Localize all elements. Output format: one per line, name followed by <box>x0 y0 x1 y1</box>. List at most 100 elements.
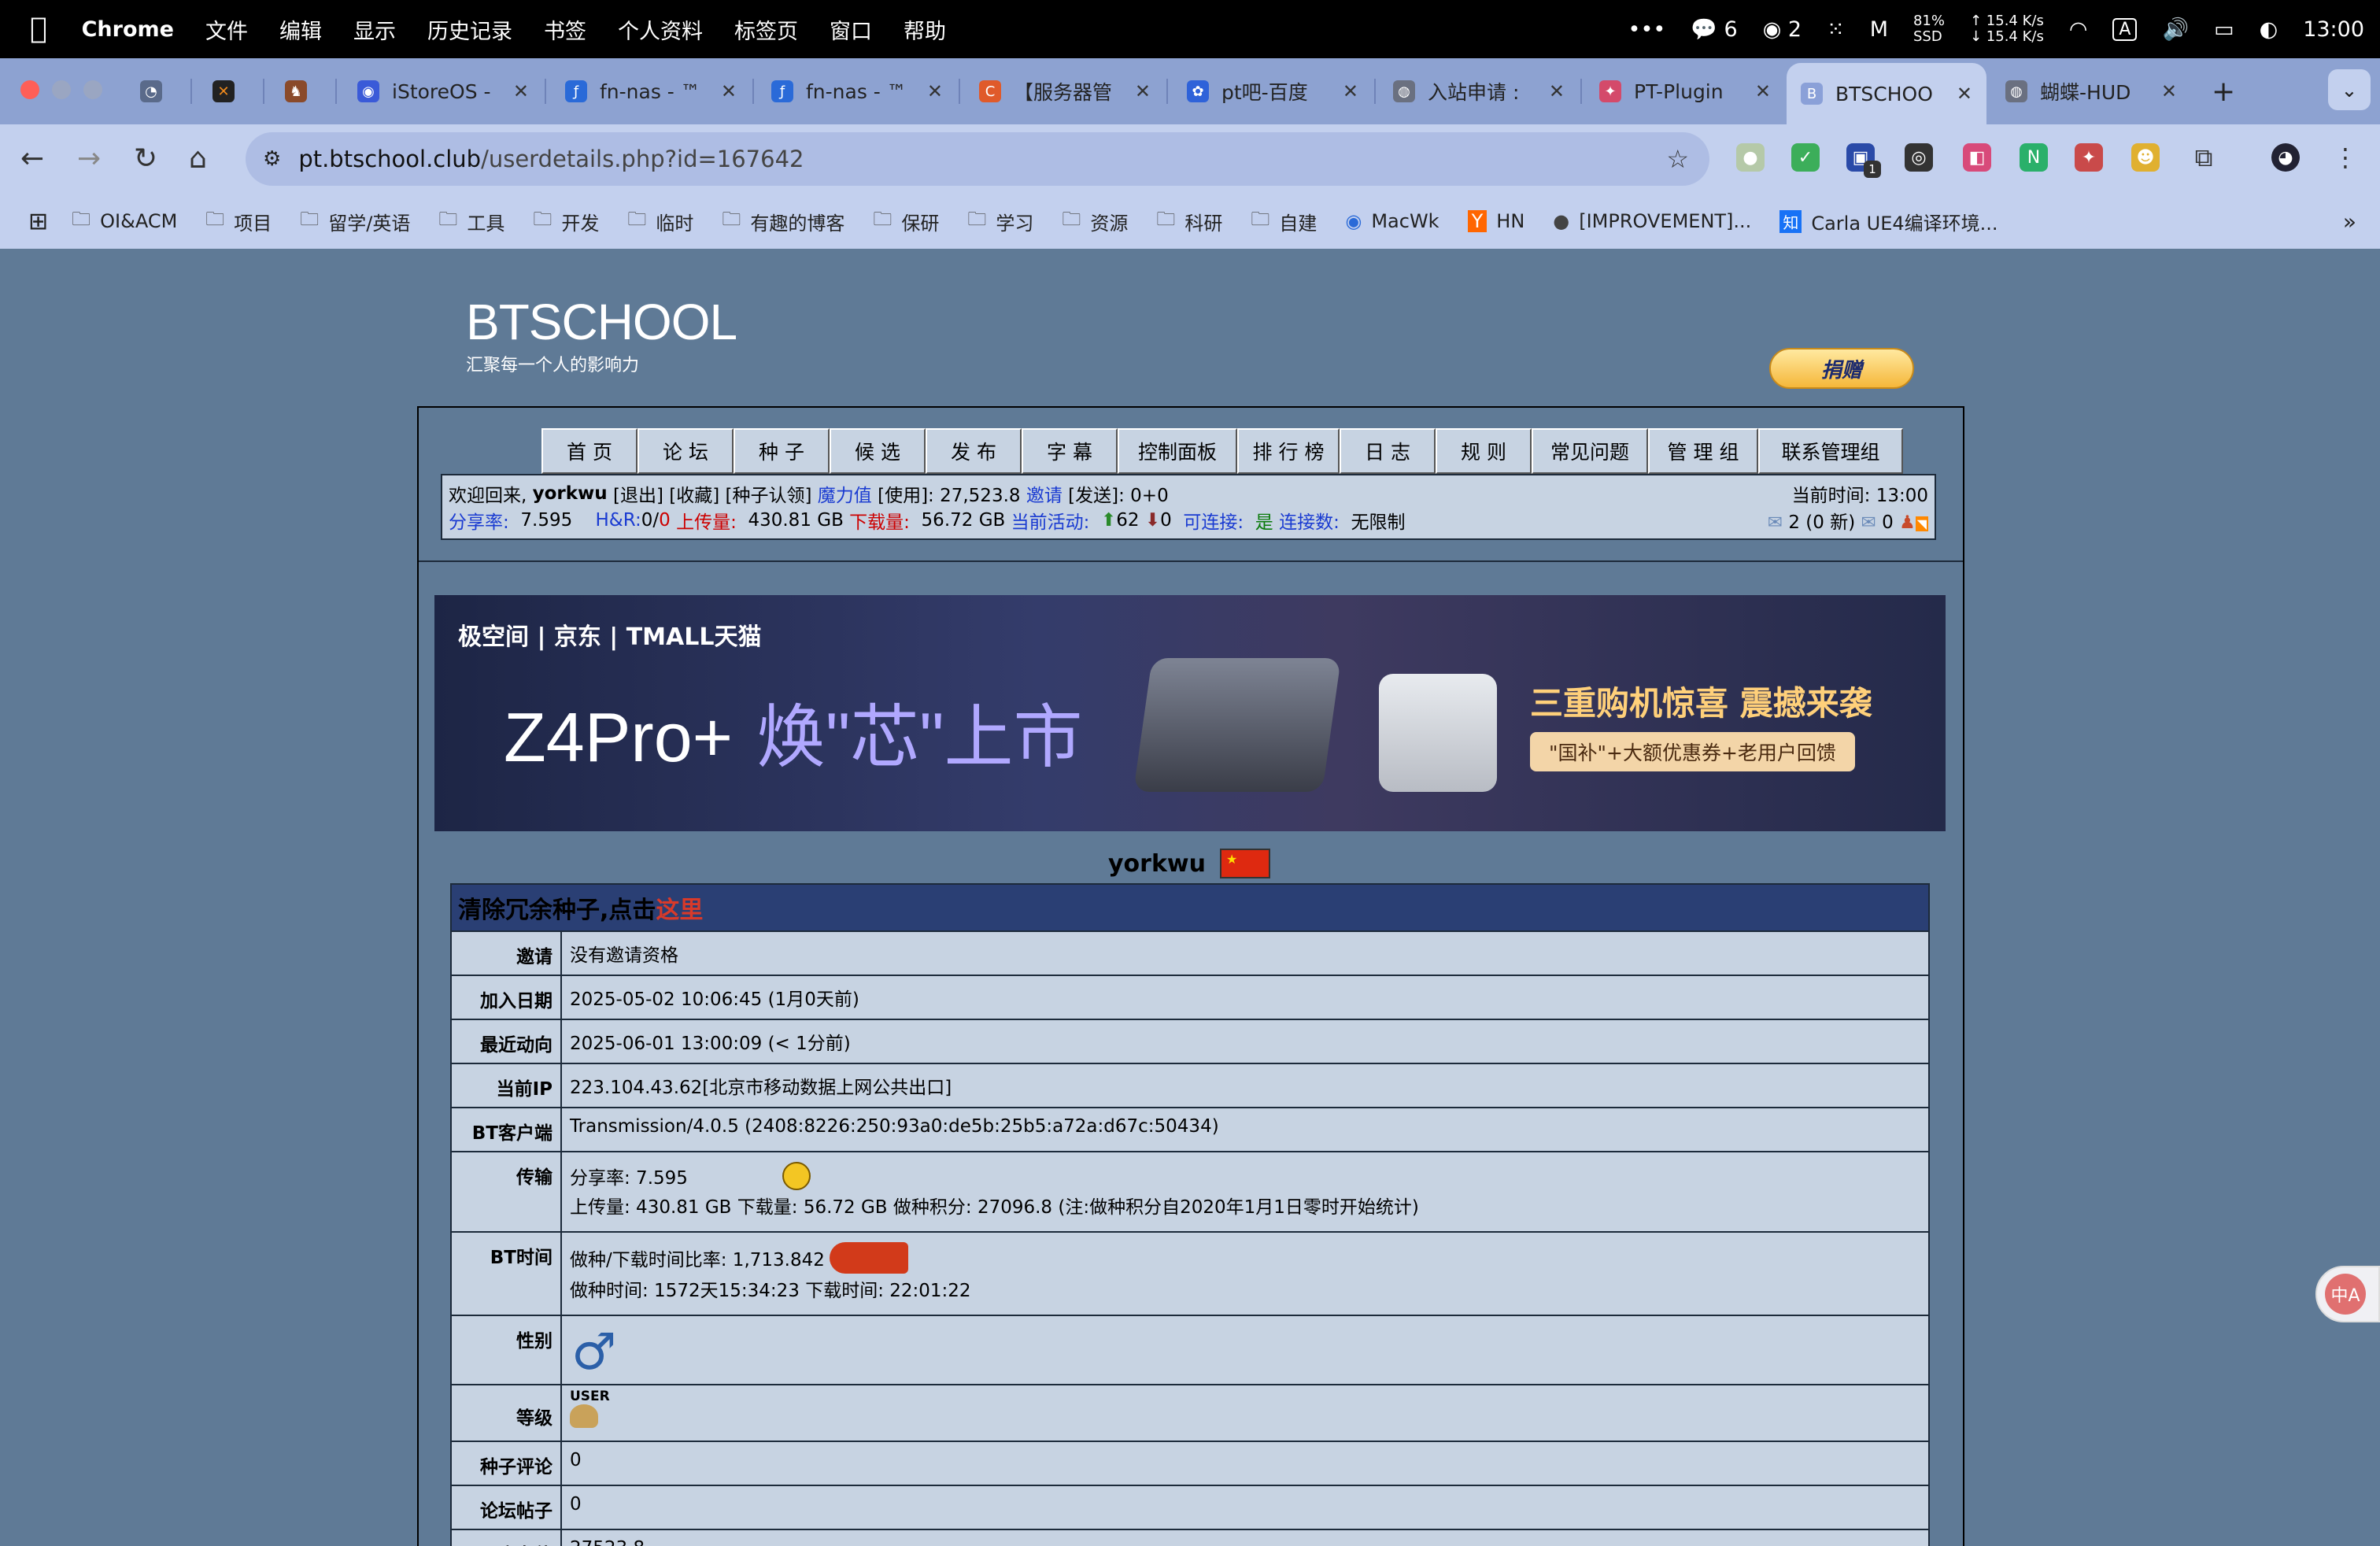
nav-log[interactable]: 日 志 <box>1340 428 1436 474</box>
n-extension-icon[interactable]: N <box>2020 143 2048 172</box>
menu-file[interactable]: 文件 <box>205 14 248 45</box>
bookmark-zhihu[interactable]: 知 Carla UE4编译环境... <box>1779 208 1998 235</box>
window-zoom-button[interactable] <box>83 80 102 99</box>
shield-check-icon[interactable]: ✓ <box>1791 143 1820 172</box>
nav-subtitles[interactable]: 字 幕 <box>1022 428 1118 474</box>
friends-count[interactable]: 0 <box>1882 512 1894 533</box>
menu-help[interactable]: 帮助 <box>904 14 946 45</box>
menu-tab[interactable]: 标签页 <box>734 14 798 45</box>
menu-edit[interactable]: 编辑 <box>279 14 322 45</box>
bookmark-folder-study-abroad[interactable]: 🗀 留学/英语 <box>300 205 410 238</box>
inbox-icon[interactable]: ✉ <box>1768 512 1783 533</box>
bookmark-folder-study[interactable]: 🗀 学习 <box>967 205 1033 238</box>
nav-forum[interactable]: 论 坛 <box>638 428 734 474</box>
tab-close-icon[interactable]: ✕ <box>721 80 737 102</box>
home-icon[interactable]: ⌂ <box>189 140 207 178</box>
extension-icon[interactable]: ● <box>1736 143 1765 172</box>
translate-float-button[interactable]: 中A <box>2315 1266 2380 1322</box>
donate-button[interactable]: 捐赠 <box>1769 348 1914 389</box>
address-bar[interactable]: ⚙ pt.btschool.club/userdetails.php?id=16… <box>246 132 1709 186</box>
message-count[interactable]: 2 (0 新) <box>1788 512 1855 533</box>
bookmark-folder-selfhost[interactable]: 🗀 自建 <box>1251 205 1317 238</box>
nav-faq[interactable]: 常见问题 <box>1532 428 1648 474</box>
bookmark-folder-research[interactable]: 🗀 科研 <box>1156 205 1222 238</box>
more-icon[interactable]: ••• <box>1628 17 1666 42</box>
nav-upload[interactable]: 发 布 <box>926 428 1022 474</box>
nav-top10[interactable]: 排 行 榜 <box>1237 428 1340 474</box>
browser-tab[interactable]: ◍ 入站申请 : ✕ <box>1379 68 1579 115</box>
bookmark-hn[interactable]: Y HN <box>1467 210 1524 232</box>
browser-tab[interactable]: ♞ <box>271 68 334 115</box>
control-center-icon[interactable]: ◐ <box>2260 17 2278 42</box>
browser-tab[interactable]: ◔ <box>126 68 189 115</box>
bookmark-folder-resources[interactable]: 🗀 资源 <box>1062 205 1128 238</box>
memory-status[interactable]: 81% SSD <box>1913 13 1945 45</box>
nav-torrents[interactable]: 种 子 <box>734 428 830 474</box>
menu-profiles[interactable]: 个人资料 <box>618 14 703 45</box>
tab-close-icon[interactable]: ✕ <box>1957 83 1972 105</box>
wifi-icon[interactable]: ◠ <box>2069 17 2088 42</box>
invite-link[interactable]: 邀请 <box>1026 480 1062 507</box>
bookmark-folder-oi-acm[interactable]: 🗀 OI&ACM <box>72 205 177 238</box>
apple-icon[interactable]:  <box>30 15 47 43</box>
network-speed[interactable]: ↑ 15.4 K/s ↓ 15.4 K/s <box>1970 13 2044 45</box>
site-info-icon[interactable]: ⚙ <box>263 147 281 171</box>
browser-tab[interactable]: ✦ PT-Plugin ✕ <box>1585 68 1785 115</box>
bookmark-macwk[interactable]: ◉ MacWk <box>1345 210 1439 232</box>
nav-control-panel[interactable]: 控制面板 <box>1118 428 1237 474</box>
user-links[interactable]: [退出] [收藏] [种子认领] <box>613 480 811 507</box>
cat-extension-icon[interactable]: ☻ <box>2131 143 2160 172</box>
tab-close-icon[interactable]: ✕ <box>513 80 529 102</box>
menu-window[interactable]: 窗口 <box>830 14 872 45</box>
tab-search-button[interactable]: ⌄ <box>2328 69 2371 110</box>
friends-icon[interactable]: ♟ <box>1899 512 1916 533</box>
bookmark-folder-baoyan[interactable]: 🗀 保研 <box>873 205 939 238</box>
menubar-clock[interactable]: 13:00 <box>2303 17 2364 42</box>
bookmark-folder-dev[interactable]: 🗀 开发 <box>533 205 599 238</box>
new-tab-button[interactable]: + <box>2197 68 2245 115</box>
welcome-username[interactable]: yorkwu <box>533 483 608 504</box>
tab-close-icon[interactable]: ✕ <box>2161 80 2177 102</box>
reload-icon[interactable]: ↻ <box>134 140 157 178</box>
browser-tab[interactable]: C 【服务器管 ✕ <box>965 68 1165 115</box>
menu-bookmarks[interactable]: 书签 <box>544 14 586 45</box>
bonus-link[interactable]: 魔力值 <box>818 480 872 507</box>
back-arrow-icon[interactable]: ← <box>20 140 44 178</box>
menu-history[interactable]: 历史记录 <box>427 14 512 45</box>
rss-icon[interactable]: ◥ <box>1915 516 1928 531</box>
bookmark-folder-blogs[interactable]: 🗀 有趣的博客 <box>722 205 844 238</box>
window-close-button[interactable] <box>20 80 39 99</box>
browser-tab[interactable]: ✿ pt吧-百度 ✕ <box>1173 68 1373 115</box>
puzzle-extensions-icon[interactable]: ⧉ <box>2190 142 2218 172</box>
tab-close-icon[interactable]: ✕ <box>927 80 943 102</box>
nav-offers[interactable]: 候 选 <box>830 428 926 474</box>
nav-contact-staff[interactable]: 联系管理组 <box>1758 428 1903 474</box>
ptplugin-extension-icon[interactable]: ✦ <box>2075 143 2103 172</box>
grid-dots-icon[interactable]: ⁙ <box>1827 17 1845 42</box>
bookmark-github[interactable]: ● [IMPROVEMENT]... <box>1553 210 1751 232</box>
site-logo[interactable]: BTSCHOOL <box>466 293 737 351</box>
bookmarks-overflow-icon[interactable]: » <box>2343 209 2356 235</box>
glasses-icon[interactable]: ◎ <box>1905 143 1933 172</box>
nav-home[interactable]: 首 页 <box>541 428 638 474</box>
kebab-menu-icon[interactable]: ⋮ <box>2331 142 2360 172</box>
apps-grid-icon[interactable]: ⊞ <box>28 208 48 235</box>
volume-icon[interactable]: 🔊 <box>2162 17 2189 42</box>
browser-tab[interactable]: ◍ 蝴蝶-HUD ✕ <box>1991 68 2191 115</box>
wechat-status[interactable]: 💬 6 <box>1691 17 1737 42</box>
battery-icon[interactable]: ▭ <box>2214 17 2234 42</box>
bookmark-star-icon[interactable]: ☆ <box>1666 144 1689 174</box>
forward-arrow-icon[interactable]: → <box>77 140 101 178</box>
tab-close-icon[interactable]: ✕ <box>1549 80 1565 102</box>
qq-status[interactable]: ◉ 2 <box>1763 17 1802 42</box>
cleanup-link[interactable]: 这里 <box>656 890 703 925</box>
bookmark-folder-tools[interactable]: 🗀 工具 <box>438 205 504 238</box>
browser-tab-active[interactable]: B BTSCHOO ✕ <box>1787 63 1986 124</box>
menu-app-chrome[interactable]: Chrome <box>82 17 174 42</box>
tab-close-icon[interactable]: ✕ <box>1135 80 1151 102</box>
input-method-indicator[interactable]: A <box>2112 17 2138 41</box>
browser-tab[interactable]: ƒ fn-nas - ™ ✕ <box>757 68 957 115</box>
profile-avatar[interactable]: ◕ <box>2271 143 2300 172</box>
nav-rules[interactable]: 规 则 <box>1436 428 1532 474</box>
hr-label[interactable]: H&R: <box>595 510 641 531</box>
